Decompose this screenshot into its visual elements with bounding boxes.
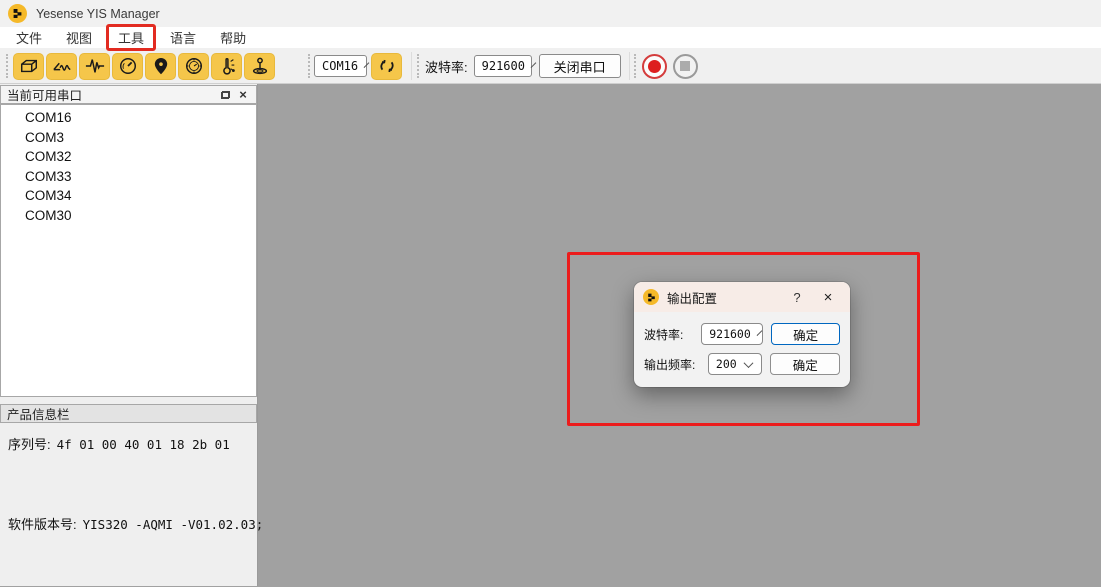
window-title: Yesense YIS Manager (36, 7, 160, 21)
toolbar-drag-handle[interactable] (417, 54, 419, 78)
utc-clock-button[interactable] (178, 53, 209, 80)
sidebar: 当前可用串口 × COM16 COM3 COM32 COM33 COM34 CO… (0, 84, 258, 586)
menu-file[interactable]: 文件 (4, 26, 54, 49)
serial-port-list: COM16 COM3 COM32 COM33 COM34 COM30 (0, 104, 257, 397)
port-list-item[interactable]: COM34 (1, 186, 256, 206)
dialog-freq-select[interactable]: 200 (708, 353, 763, 375)
com-port-select[interactable]: COM16 (314, 55, 367, 77)
serial-number-value: 4f 01 00 40 01 18 2b 01 (57, 437, 230, 452)
float-window-icon (221, 91, 230, 99)
menu-help[interactable]: 帮助 (208, 26, 258, 49)
joystick-button[interactable] (244, 53, 275, 80)
baud-rate-value: 921600 (482, 59, 525, 73)
product-info-header: 产品信息栏 (0, 404, 257, 423)
app-body: 当前可用串口 × COM16 COM3 COM32 COM33 COM34 CO… (0, 84, 1101, 586)
dialog-freq-value: 200 (716, 357, 737, 371)
baud-rate-label: 波特率: (425, 57, 468, 76)
dialog-help-button[interactable]: ? (787, 290, 807, 305)
serial-number-label: 序列号: (8, 434, 51, 453)
dialog-freq-row: 输出频率: 200 确定 (644, 353, 840, 375)
gauge-icon (117, 56, 139, 76)
port-list-item[interactable]: COM30 (1, 206, 256, 226)
menu-tools[interactable]: 工具 (106, 24, 156, 51)
refresh-arrows-icon (376, 56, 398, 76)
chevron-down-icon (743, 358, 753, 368)
dialog-title-bar: 输出配置 ? × (634, 282, 850, 312)
chevron-down-icon (756, 330, 762, 336)
close-serial-port-button[interactable]: 关闭串口 (539, 54, 621, 78)
dialog-baud-row: 波特率: 921600 确定 (644, 323, 840, 345)
ports-panel-title: 当前可用串口 (7, 85, 82, 104)
stop-button[interactable] (673, 54, 698, 79)
close-panel-button[interactable]: × (234, 87, 252, 102)
dialog-baud-select[interactable]: 921600 (701, 323, 763, 345)
waveform-button[interactable] (79, 53, 110, 80)
menu-bar: 文件 视图 工具 语言 帮助 (0, 27, 1101, 49)
location-button[interactable] (145, 53, 176, 80)
float-panel-button[interactable] (216, 87, 234, 102)
software-version-label: 软件版本号: (8, 514, 77, 533)
output-config-dialog: 输出配置 ? × 波特率: 921600 确定 输出频率: 200 确定 (634, 282, 850, 387)
menu-language[interactable]: 语言 (158, 26, 208, 49)
software-version-value: YIS320 -AQMI -V01.02.03; (83, 517, 264, 532)
refresh-ports-button[interactable] (371, 53, 402, 80)
dialog-close-button[interactable]: × (815, 289, 841, 306)
com-port-value: COM16 (322, 59, 358, 73)
location-pin-icon (150, 56, 172, 76)
dialog-freq-label: 输出频率: (644, 356, 702, 373)
stop-icon (680, 61, 690, 71)
dialog-title: 输出配置 (667, 288, 787, 307)
yesense-logo-icon (643, 289, 659, 305)
joystick-icon (249, 56, 271, 76)
yesense-logo-icon (8, 4, 27, 23)
baud-rate-select[interactable]: 921600 (474, 55, 532, 77)
port-list-item[interactable]: COM32 (1, 147, 256, 167)
view-3d-button[interactable] (13, 53, 44, 80)
toolbar-drag-handle[interactable] (6, 54, 8, 78)
angle-wave-button[interactable] (46, 53, 77, 80)
port-list-item[interactable]: COM16 (1, 108, 256, 128)
gauge-button[interactable] (112, 53, 143, 80)
vibration-temp-button[interactable] (211, 53, 242, 80)
dialog-baud-label: 波特率: (644, 326, 701, 343)
port-list-item[interactable]: COM3 (1, 128, 256, 148)
angle-wave-icon (51, 56, 73, 76)
dialog-body: 波特率: 921600 确定 输出频率: 200 确定 (634, 312, 850, 375)
toolbar-separator (411, 52, 412, 80)
serial-number-row: 序列号: 4f 01 00 40 01 18 2b 01 (8, 434, 230, 453)
dialog-freq-confirm-button[interactable]: 确定 (770, 353, 840, 375)
title-bar: Yesense YIS Manager (0, 0, 1101, 27)
port-list-item[interactable]: COM33 (1, 167, 256, 187)
menu-view[interactable]: 视图 (54, 26, 104, 49)
software-version-row: 软件版本号: YIS320 -AQMI -V01.02.03; (8, 514, 263, 533)
record-button[interactable] (642, 54, 667, 79)
toolbar-drag-handle[interactable] (308, 54, 310, 78)
app-window: Yesense YIS Manager 文件 视图 工具 语言 帮助 (0, 0, 1101, 587)
close-icon: × (239, 88, 247, 101)
cube-3d-icon (18, 56, 40, 76)
chevron-down-icon (364, 62, 370, 68)
toolbar: COM16 波特率: 921600 关闭串口 (0, 49, 1101, 84)
dialog-baud-value: 921600 (709, 327, 751, 341)
toolbar-drag-handle[interactable] (634, 54, 636, 78)
utc-clock-icon (183, 56, 205, 76)
chevron-down-icon (531, 62, 537, 68)
product-info-title: 产品信息栏 (7, 404, 70, 423)
toolbar-separator (629, 52, 630, 80)
record-icon (648, 60, 661, 73)
thermometer-icon (216, 56, 238, 76)
waveform-icon (84, 56, 106, 76)
dialog-baud-confirm-button[interactable]: 确定 (771, 323, 840, 345)
ports-panel-header: 当前可用串口 × (0, 85, 257, 104)
